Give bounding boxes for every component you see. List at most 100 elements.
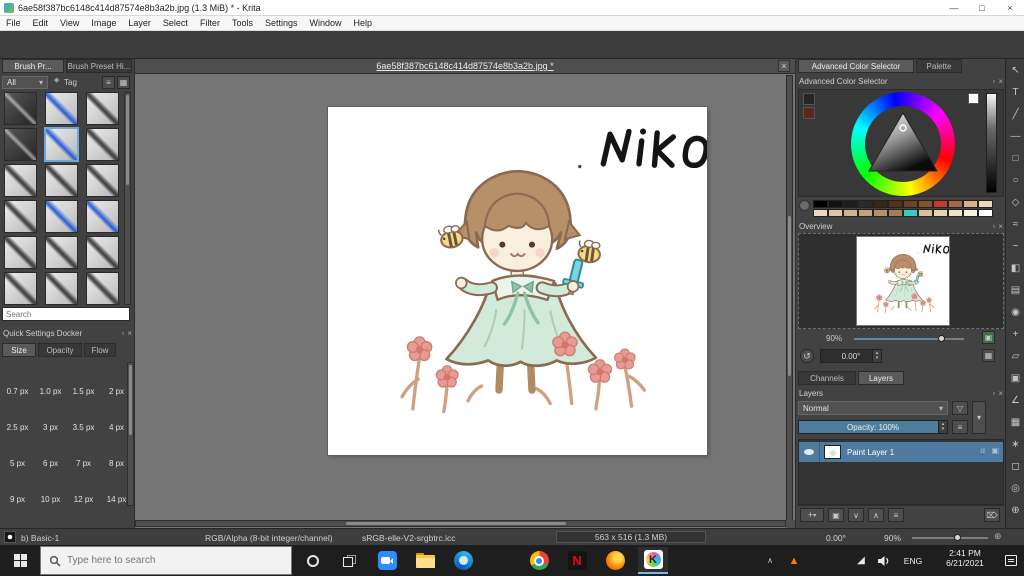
rotation-spinbox[interactable]: 0.00° ▴ ▾ — [820, 349, 882, 363]
brush-preset-thumbnail[interactable] — [45, 200, 78, 233]
gradient-tool-icon[interactable]: ▤ — [1008, 283, 1023, 298]
color-swatch[interactable] — [888, 200, 903, 208]
tab-brush-presets[interactable]: Brush Pr... — [2, 59, 64, 73]
mirror-view-icon[interactable]: ▦ — [982, 349, 995, 362]
overview-viewport[interactable] — [798, 233, 1004, 329]
preset-scrollbar[interactable] — [124, 92, 131, 305]
brush-preset-thumbnail[interactable] — [86, 92, 119, 125]
menu-edit[interactable]: Edit — [27, 18, 55, 28]
close-docker-icon[interactable]: × — [998, 222, 1003, 231]
preset-search-input[interactable] — [2, 307, 130, 321]
rotate-reset-icon[interactable]: ↺ — [800, 349, 814, 363]
layer-properties-button[interactable]: ≡ — [888, 508, 904, 522]
brush-preset-thumbnail[interactable] — [86, 128, 119, 161]
float-docker-icon[interactable]: ▫ — [121, 329, 124, 338]
brush-size-option[interactable]: 1.5 px — [67, 362, 100, 398]
firefox-button[interactable] — [600, 547, 630, 574]
color-patch-dark[interactable] — [803, 93, 815, 105]
duplicate-layer-icon[interactable]: ▣ — [828, 508, 844, 522]
brush-size-option[interactable]: 6 px — [34, 434, 67, 470]
brush-size-option[interactable]: 0.7 px — [1, 362, 34, 398]
inherit-alpha-icon[interactable]: α — [980, 447, 985, 455]
document-close-icon[interactable]: × — [778, 60, 790, 72]
brush-preset-thumbnail[interactable] — [45, 164, 78, 197]
layer-opacity-slider[interactable]: Opacity: 100% ▴ ▾ — [798, 420, 948, 434]
tab-flow[interactable]: Flow — [84, 343, 116, 357]
layer-lock-icon[interactable]: ▣ — [991, 447, 999, 455]
color-swatch[interactable] — [903, 209, 918, 217]
menu-window[interactable]: Window — [303, 18, 347, 28]
color-swatch[interactable] — [978, 209, 993, 217]
menu-image[interactable]: Image — [85, 18, 122, 28]
menu-help[interactable]: Help — [348, 18, 379, 28]
color-swatch[interactable] — [903, 200, 918, 208]
color-swatch[interactable] — [933, 200, 948, 208]
menu-tools[interactable]: Tools — [226, 18, 259, 28]
brush-preset-thumbnail[interactable] — [4, 200, 37, 233]
zoom-level-label[interactable]: 90% — [884, 533, 901, 543]
document-tab[interactable]: 6ae58f387bc6148c414d87574e8b3a2b.jpg * — [376, 61, 553, 71]
cortana-button[interactable] — [298, 547, 328, 574]
menu-select[interactable]: Select — [157, 18, 194, 28]
color-swatch[interactable] — [918, 200, 933, 208]
brush-size-option[interactable]: 3 px — [34, 398, 67, 434]
tab-opacity[interactable]: Opacity — [38, 343, 82, 357]
close-docker-icon[interactable]: × — [127, 329, 132, 338]
close-button[interactable]: × — [996, 0, 1024, 16]
bezier-tool-icon[interactable]: ~ — [1008, 239, 1023, 254]
brush-size-option[interactable]: 9 px — [1, 470, 34, 506]
task-view-button[interactable] — [334, 547, 364, 574]
canvas-hscrollbar[interactable] — [135, 520, 786, 527]
brush-size-option[interactable]: 7 px — [67, 434, 100, 470]
color-swatch[interactable] — [873, 200, 888, 208]
close-docker-icon[interactable]: × — [998, 389, 1003, 398]
move-layer-down-icon[interactable]: ∨ — [848, 508, 864, 522]
measure-tool-icon[interactable]: ∠ — [1008, 393, 1023, 408]
preset-grid-view-icon[interactable]: ▦ — [117, 76, 130, 89]
clock[interactable]: 2:41 PM 6/21/2021 — [934, 548, 996, 574]
ellipse-select-tool-icon[interactable]: ◎ — [1008, 481, 1023, 496]
language-indicator[interactable]: ENG — [898, 547, 928, 574]
brush-preset-thumbnail[interactable] — [4, 236, 37, 269]
polygon-tool-icon[interactable]: ◇ — [1008, 195, 1023, 210]
brush-tool-icon[interactable]: ╱ — [1008, 107, 1023, 122]
select-tool-icon[interactable]: ↖ — [1008, 63, 1023, 78]
brush-preset-thumbnail[interactable] — [86, 200, 119, 233]
brush-preset-thumbnail[interactable] — [4, 164, 37, 197]
delete-layer-icon[interactable]: ⌦ — [984, 508, 1000, 522]
layer-row-selected[interactable]: Paint Layer 1 α ▣ — [799, 442, 1003, 462]
color-swatch[interactable] — [828, 209, 843, 217]
maximize-button[interactable]: □ — [968, 0, 996, 16]
color-swatch[interactable] — [963, 200, 978, 208]
float-docker-icon[interactable]: ▫ — [992, 77, 995, 86]
brush-preset-thumbnail[interactable] — [4, 128, 37, 161]
color-swatch[interactable] — [933, 209, 948, 217]
tab-channels[interactable]: Channels — [798, 371, 856, 385]
crop-tool-icon[interactable]: ▣ — [1008, 371, 1023, 386]
zoom-tool-icon[interactable]: ⊕ — [1008, 503, 1023, 518]
brush-preset-thumbnail[interactable] — [45, 272, 78, 305]
brush-size-option[interactable]: 12 px — [67, 470, 100, 506]
color-patch-white[interactable] — [968, 93, 979, 104]
tab-advanced-color-selector[interactable]: Advanced Color Selector — [798, 59, 914, 73]
color-swatch[interactable] — [978, 200, 993, 208]
overview-zoom-slider[interactable] — [854, 335, 964, 342]
brush-size-option[interactable]: 5 px — [1, 434, 34, 470]
add-layer-button[interactable]: + ▾ — [800, 508, 824, 522]
layer-filter-icon[interactable]: ▽ — [952, 401, 968, 415]
zoom-icon[interactable]: ⊕ — [994, 532, 1002, 541]
rectangle-tool-icon[interactable]: □ — [1008, 151, 1023, 166]
preset-list-view-icon[interactable]: ≡ — [102, 76, 115, 89]
file-explorer-button[interactable] — [410, 547, 440, 574]
float-docker-icon[interactable]: ▫ — [992, 222, 995, 231]
action-center-button[interactable] — [1000, 547, 1022, 574]
close-docker-icon[interactable]: × — [998, 77, 1003, 86]
brush-preset-thumbnail[interactable] — [86, 272, 119, 305]
preset-filter-dropdown[interactable]: All ▾ — [2, 76, 48, 89]
menu-view[interactable]: View — [54, 18, 85, 28]
color-swatch[interactable] — [843, 209, 858, 217]
menu-layer[interactable]: Layer — [122, 18, 157, 28]
color-swatch[interactable] — [948, 209, 963, 217]
layer-name[interactable]: Paint Layer 1 — [847, 448, 894, 457]
color-swatch[interactable] — [813, 209, 828, 217]
